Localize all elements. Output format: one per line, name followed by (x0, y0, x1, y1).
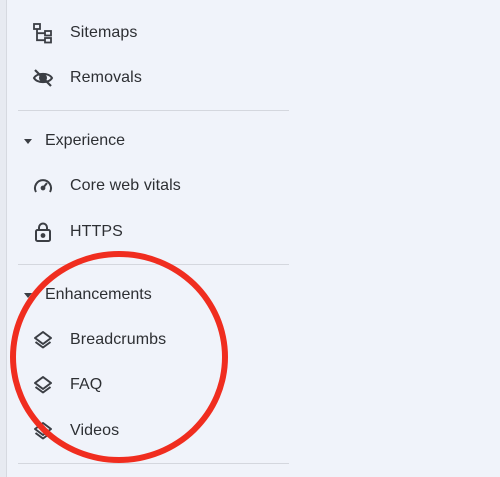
caret-down-icon (24, 139, 32, 144)
section-header-label: Experience (45, 132, 126, 149)
sitemap-icon (32, 22, 54, 44)
nav-item-faq[interactable]: FAQ (32, 371, 102, 399)
eye-off-icon (32, 67, 54, 89)
nav-item-label: Sitemaps (70, 24, 138, 41)
nav-item-label: Videos (70, 422, 120, 439)
divider (18, 110, 289, 111)
nav-item-label: Core web vitals (70, 177, 181, 194)
layers-icon (32, 420, 54, 442)
nav-item-label: FAQ (70, 376, 103, 393)
nav-item-videos[interactable]: Videos (32, 417, 119, 445)
layers-icon (32, 329, 54, 351)
nav-item-label: Removals (70, 69, 142, 86)
speedometer-icon (32, 175, 54, 197)
nav-item-sitemaps[interactable]: Sitemaps (32, 19, 138, 47)
nav-item-breadcrumbs[interactable]: Breadcrumbs (32, 326, 166, 354)
nav-item-core-web-vitals[interactable]: Core web vitals (32, 172, 181, 200)
divider (18, 264, 289, 265)
nav-item-label: Breadcrumbs (70, 331, 167, 348)
nav-item-removals[interactable]: Removals (32, 64, 142, 92)
caret-down-icon (24, 293, 32, 298)
section-header-experience[interactable]: Experience (24, 129, 125, 153)
nav-item-label: HTTPS (70, 223, 123, 240)
layers-icon (32, 374, 54, 396)
section-header-enhancements[interactable]: Enhancements (24, 283, 152, 307)
section-header-label: Enhancements (45, 286, 152, 303)
divider (18, 463, 289, 464)
nav-item-https[interactable]: HTTPS (32, 218, 123, 246)
lock-icon (32, 221, 54, 243)
panel-left-border (0, 0, 7, 477)
